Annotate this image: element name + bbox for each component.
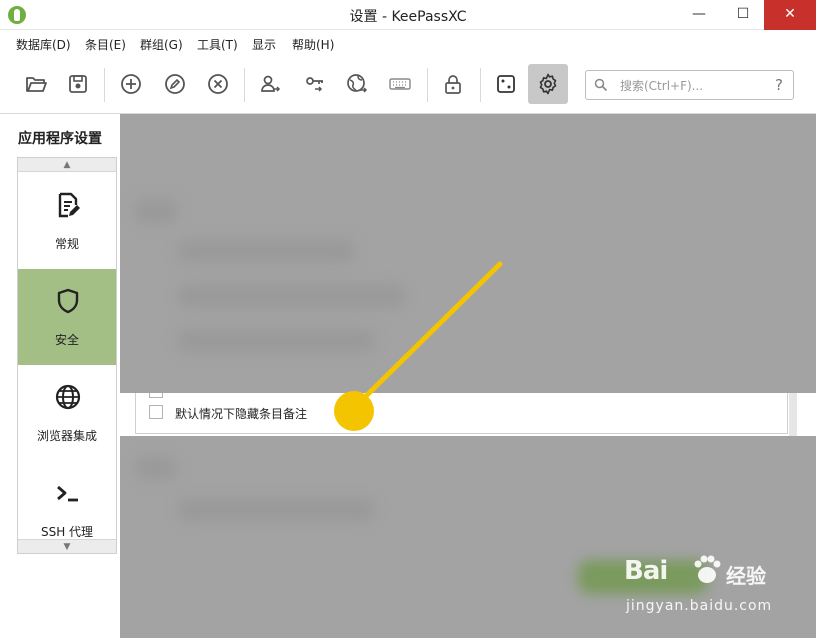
copy-url-button[interactable] <box>337 64 377 104</box>
menu-bar: 数据库(D) 条目(E) 群组(G) 工具(T) 显示 帮助(H) <box>0 30 816 56</box>
maximize-button[interactable]: ☐ <box>720 0 766 30</box>
edit-entry-icon <box>165 74 185 94</box>
menu-tools[interactable]: 工具(T) <box>197 36 238 53</box>
menu-entries[interactable]: 条目(E) <box>85 36 126 53</box>
help-icon[interactable]: ? <box>775 76 783 94</box>
search-icon <box>594 78 608 92</box>
globe-icon <box>55 384 81 410</box>
title-bar: 设置 - KeePassXC — ☐ ✕ <box>0 0 816 30</box>
baidu-jingyan-watermark: Bai 经验 jingyan.baidu.com <box>612 548 802 628</box>
sidebar-item-label: 浏览器集成 <box>36 429 97 443</box>
sidebar-item-general[interactable]: 常规 <box>18 173 116 269</box>
terminal-prompt-icon <box>57 485 78 502</box>
close-button[interactable]: ✕ <box>764 0 816 30</box>
hide-entry-notes-label: 默认情况下隐藏条目备注 <box>175 407 308 421</box>
scroll-down-button[interactable]: ▼ <box>18 539 116 553</box>
password-generator-dice-icon <box>497 75 515 93</box>
copy-password-icon <box>306 77 323 92</box>
sidebar-title: 应用程序设置 <box>18 131 102 147</box>
lock-database-button[interactable] <box>433 64 473 104</box>
settings-category-list: ▲ 常规 安全 浏览器集成 SSH 代理 ▼ <box>17 157 117 554</box>
hide-entry-notes-checkbox[interactable] <box>149 405 163 419</box>
sidebar-item-label: SSH 代理 <box>40 525 94 539</box>
document-edit-icon <box>58 192 80 218</box>
copy-username-icon <box>261 75 281 92</box>
sidebar-item-browser-integration[interactable]: 浏览器集成 <box>18 365 116 461</box>
search-field[interactable]: ? <box>585 70 794 100</box>
add-entry-button[interactable] <box>111 64 151 104</box>
copy-url-icon <box>347 74 368 93</box>
blurred-overlay-top <box>120 114 816 393</box>
minimize-button[interactable]: — <box>676 0 722 30</box>
shield-icon <box>57 288 79 314</box>
toolbar-separator <box>480 68 481 102</box>
delete-entry-button[interactable] <box>198 64 238 104</box>
open-database-button[interactable] <box>16 64 56 104</box>
toolbar-separator <box>427 68 428 102</box>
baidu-paw-icon <box>694 555 721 583</box>
edit-entry-button[interactable] <box>155 64 195 104</box>
autotype-keyboard-icon <box>389 78 411 90</box>
watermark-brand-suffix: 经验 <box>726 564 766 588</box>
toolbar-separator <box>244 68 245 102</box>
save-icon <box>69 75 87 93</box>
menu-database[interactable]: 数据库(D) <box>16 36 71 53</box>
autotype-button[interactable] <box>380 64 420 104</box>
sidebar-item-security[interactable]: 安全 <box>18 269 116 365</box>
watermark-brand: Bai <box>624 556 668 586</box>
settings-button[interactable] <box>528 64 568 104</box>
watermark-url: jingyan.baidu.com <box>626 598 773 614</box>
menu-groups[interactable]: 群组(G) <box>140 36 183 53</box>
password-generator-button[interactable] <box>486 64 526 104</box>
menu-help[interactable]: 帮助(H) <box>292 36 334 53</box>
content-scrollbar[interactable] <box>789 393 797 436</box>
add-entry-icon <box>121 74 141 94</box>
menu-view[interactable]: 显示 <box>252 36 276 53</box>
sidebar-item-label: 常规 <box>54 237 79 251</box>
copy-password-button[interactable] <box>295 64 335 104</box>
copy-username-button[interactable] <box>250 64 290 104</box>
lock-database-icon <box>445 75 461 94</box>
settings-gear-icon <box>539 73 557 95</box>
scroll-up-button[interactable]: ▲ <box>18 158 116 172</box>
delete-entry-icon <box>208 74 228 94</box>
save-database-button[interactable] <box>58 64 98 104</box>
sidebar-item-label: 安全 <box>54 333 79 347</box>
toolbar-separator <box>104 68 105 102</box>
search-input[interactable] <box>620 77 760 95</box>
folder-open-icon <box>26 77 47 92</box>
